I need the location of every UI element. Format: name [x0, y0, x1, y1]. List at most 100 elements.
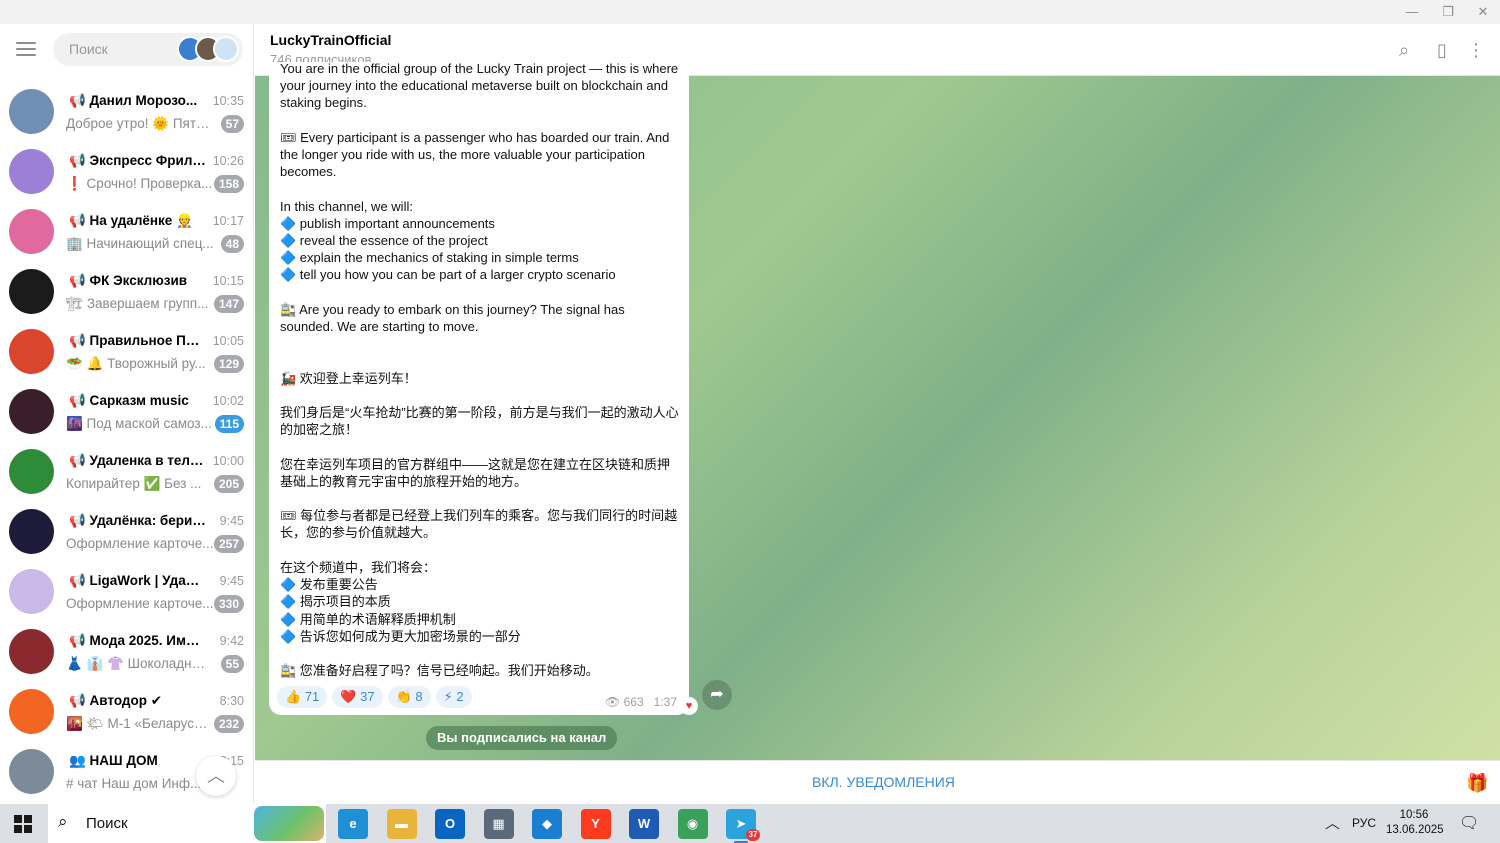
- chat-name: 📢 Правильное Пита...: [69, 333, 207, 348]
- telegram-icon: ➤: [735, 816, 747, 831]
- chat-list: 📢 Данил Морозо... 10:35 Доброе утро! 🌞 Пят…: [0, 81, 253, 801]
- chat-list-item[interactable]: 📢 Автодор ✔ 8:30 🌇 🌤 М-1 «Беларусь»... 232: [0, 681, 253, 741]
- chat-name: 📢 Мода 2025. Имидж ...: [69, 633, 207, 648]
- edge-taskbar-icon[interactable]: e: [338, 809, 368, 839]
- chat-preview: 🌇 🌤 М-1 «Беларусь»...: [66, 716, 214, 731]
- chat-avatar[interactable]: [9, 749, 54, 794]
- folder-avatars[interactable]: [177, 36, 239, 62]
- subscribed-notice: Вы подписались на канал: [426, 726, 618, 750]
- sidebar-toggle-icon[interactable]: ▯: [1431, 39, 1453, 61]
- chat-avatar[interactable]: [9, 329, 54, 374]
- chat-avatar[interactable]: [9, 89, 54, 134]
- chat-preview: 🌆 Под маской самоз...: [66, 416, 212, 431]
- chat-time: 9:42: [219, 634, 244, 648]
- calculator-taskbar-icon[interactable]: ▦: [483, 809, 514, 839]
- chat-time: 9:45: [219, 574, 244, 588]
- unread-badge: 55: [220, 655, 244, 673]
- unread-badge: 158: [213, 175, 244, 193]
- chat-avatar[interactable]: [9, 509, 54, 554]
- tray-expand-icon[interactable]: ︿: [1325, 804, 1340, 843]
- share-icon[interactable]: ➦: [702, 680, 732, 710]
- chat-preview: Доброе утро! 🌞 Пятн...: [66, 116, 214, 131]
- unread-badge: 330: [213, 595, 244, 613]
- edge-icon: e: [349, 816, 357, 831]
- reaction-chip[interactable]: 👏 8: [387, 686, 431, 708]
- windows-start-icon[interactable]: [14, 815, 32, 833]
- chat-preview: 🥗 🔔 Творожный ру...: [66, 356, 206, 371]
- chat-list-item[interactable]: 📢 Сарказм music 10:02 🌆 Под маской самоз..…: [0, 381, 253, 441]
- chat-avatar[interactable]: [9, 209, 54, 254]
- telegram-unread-badge: 37: [746, 829, 760, 841]
- reaction-emoji: ❤️: [340, 689, 357, 704]
- channel-title[interactable]: LuckyTrainOfficial: [270, 32, 391, 48]
- minimize-button[interactable]: —: [1394, 2, 1430, 22]
- reaction-chip[interactable]: ⚡ 2: [435, 686, 472, 708]
- chat-name: 👥 НАШ ДОМ: [69, 753, 158, 768]
- chat-avatar[interactable]: [9, 389, 54, 434]
- outlook-taskbar-icon[interactable]: O: [435, 809, 465, 839]
- maximize-button[interactable]: ❐: [1430, 2, 1466, 22]
- vscode-taskbar-icon[interactable]: ◆: [532, 809, 562, 839]
- yandex-taskbar-icon[interactable]: Y: [580, 809, 611, 839]
- more-options-icon[interactable]: ⋮: [1465, 39, 1487, 61]
- notification-center-icon[interactable]: 🗨: [1459, 804, 1479, 843]
- menu-icon[interactable]: [16, 42, 36, 56]
- chat-avatar[interactable]: [9, 689, 54, 734]
- search-placeholder: Поиск: [69, 41, 108, 57]
- clock-date: 13.06.2025: [1386, 824, 1444, 836]
- clock-time: 10:56: [1399, 809, 1429, 821]
- chat-list-item[interactable]: 📢 Удаленка в телеф... 10:00 Копирайтер ✅ Б…: [0, 441, 253, 501]
- chat-name: 📢 Экспресс Фриланс: [69, 153, 207, 168]
- chat-name: 📢 Автодор ✔: [69, 693, 163, 708]
- reaction-count: 2: [456, 689, 464, 704]
- chat-avatar[interactable]: [9, 449, 54, 494]
- chat-avatar[interactable]: [9, 569, 54, 614]
- chat-list-item[interactable]: 📢 Данил Морозо... 10:35 Доброе утро! 🌞 Пят…: [0, 81, 253, 141]
- chat-avatar[interactable]: [9, 269, 54, 314]
- chat-time: 10:35: [212, 94, 244, 108]
- chat-avatar[interactable]: [9, 629, 54, 674]
- language-indicator[interactable]: РУС: [1352, 804, 1376, 843]
- message-text: You are in the official group of the Luc…: [280, 62, 679, 679]
- taskbar-search[interactable]: ⌕ Поиск: [48, 804, 326, 843]
- vscode-icon: ◆: [542, 816, 552, 831]
- chat-list-item[interactable]: 📢 Экспресс Фриланс 10:26 ❗ Срочно! Проверк…: [0, 141, 253, 201]
- chat-name: 📢 На удалёнке 👷: [69, 213, 193, 228]
- message-reactions: 👍 71 ❤️ 37 👏 8 ⚡ 2: [277, 686, 472, 708]
- word-taskbar-icon[interactable]: W: [629, 809, 659, 839]
- search-highlight-image[interactable]: [254, 806, 324, 841]
- unread-badge: 129: [213, 355, 244, 373]
- channel-bottom-bar: ВКЛ. УВЕДОМЛЕНИЯ 🎁: [255, 760, 1500, 804]
- taskbar-search-label: Поиск: [86, 815, 128, 832]
- telegram-taskbar-icon[interactable]: ➤ 37: [726, 809, 760, 843]
- chat-list-item[interactable]: 📢 LigaWork | Удалёнк... 9:45 Оформление ка…: [0, 561, 253, 621]
- close-button[interactable]: ✕: [1465, 2, 1500, 22]
- unread-badge: 205: [213, 475, 244, 493]
- search-icon[interactable]: ⌕: [1393, 39, 1415, 61]
- chat-preview: Копирайтер ✅ Без ...: [66, 476, 202, 491]
- reaction-chip[interactable]: 👍 71: [277, 686, 328, 708]
- chat-name: 📢 LigaWork | Удалёнк...: [69, 573, 207, 588]
- unread-badge: 48: [220, 235, 244, 253]
- explorer-taskbar-icon[interactable]: ▬: [386, 809, 417, 839]
- yandex-icon: Y: [591, 816, 600, 831]
- chat-name: 📢 Удалёнка: бери и д...: [69, 513, 207, 528]
- chat-avatar[interactable]: [9, 149, 54, 194]
- views-icon: 👁: [605, 695, 621, 709]
- search-input[interactable]: Поиск: [53, 33, 243, 66]
- message-bubble[interactable]: You are in the official group of the Luc…: [269, 62, 689, 715]
- enable-notifications-button[interactable]: ВКЛ. УВЕДОМЛЕНИЯ: [812, 774, 955, 790]
- taskbar-clock[interactable]: 10:56 13.06.2025: [1386, 808, 1444, 838]
- reaction-emoji: 👍: [285, 689, 302, 704]
- reaction-chip[interactable]: ❤️ 37: [332, 686, 383, 708]
- chat-list-item[interactable]: 📢 Удалёнка: бери и д... 9:45 Оформление ка…: [0, 501, 253, 561]
- chat-list-item[interactable]: 📢 На удалёнке 👷 10:17 🏢 Начинающий спец...…: [0, 201, 253, 261]
- gift-icon[interactable]: 🎁: [1466, 772, 1488, 794]
- chat-list-item[interactable]: 📢 Правильное Пита... 10:05 🥗 🔔 Творожный р…: [0, 321, 253, 381]
- folder-avatar-icon[interactable]: [213, 36, 239, 62]
- chat-preview: 🏢 Начинающий спец...: [66, 236, 214, 251]
- chat-list-item[interactable]: 📢 Мода 2025. Имидж ... 9:42 👗 👔 👚 Шоколадн…: [0, 621, 253, 681]
- scroll-up-button[interactable]: ︿: [196, 756, 236, 796]
- chat-list-item[interactable]: 📢 ФК Эксклюзив 10:15 🏗 Завершаем групп... 1…: [0, 261, 253, 321]
- chrome-taskbar-icon[interactable]: ◉: [677, 809, 708, 839]
